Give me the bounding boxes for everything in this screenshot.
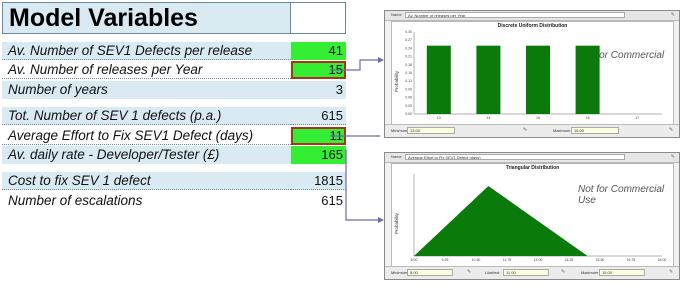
triangular-min-field[interactable]: 8.00 [407,269,453,276]
triangular-x-tick-label: 8.00 [411,258,418,262]
discrete-x-tick-label: 14 [486,116,490,120]
triangular-min-label: Minimum [391,270,408,275]
distribution-gallery-icon[interactable]: ✎ [671,12,675,18]
triangular-x-tick-label: 16.75 [627,258,636,262]
discrete-x-tick-label: 13 [437,116,441,120]
discrete-min-field[interactable]: 13.00 [407,127,455,134]
triangular-area [414,186,588,256]
discrete-y-tick-label: 0.00 [405,112,412,116]
triangular-x-tick-label: 10.50 [472,258,481,262]
triangular-x-tick-label: 13.00 [534,258,543,262]
discrete-bar-14 [476,45,501,114]
arrow-releases-to-discrete [330,59,378,71]
discrete-max-field[interactable]: 16.00 [571,127,619,134]
discrete-plot-area: Discrete Uniform Distribution Not for Co… [391,21,674,126]
triangular-plot-area: Triangular Distribution Not for Commerci… [391,163,674,268]
triangular-x-tick-label: 18.00 [658,258,667,262]
discrete-bar-chart: 0.30 0.27 0.24 0.21 0.18 0.15 0.12 0.09 0.06 0.03… [405,30,662,120]
discrete-x-tick-label: 15 [536,116,540,120]
triangular-likeliest-link-icon[interactable]: ✎ [561,269,565,275]
discrete-y-tick-label: 0.24 [405,46,412,50]
triangular-likeliest-field[interactable]: 11.00 [503,269,549,276]
triangular-x-tick-label: 14.25 [565,258,574,262]
discrete-x-tick-label: 17 [635,116,639,120]
triangular-max-field[interactable]: 15.00 [599,269,645,276]
discrete-name-label: Name [391,12,402,17]
triangular-distribution-window[interactable]: Name Average Effort to Fix SEV1 Defect (… [384,152,680,280]
discrete-y-tick-label: 0.06 [405,96,412,100]
discrete-min-link-icon[interactable]: ✎ [523,127,527,133]
discrete-min-label: Minimum [391,128,408,133]
discrete-max-link-icon[interactable]: ✎ [669,127,673,133]
discrete-name-field[interactable]: Av. Number of releases per Year [405,12,625,18]
discrete-y-tick-label: 0.21 [405,55,412,59]
triangular-max-label: Maximum [581,270,599,275]
discrete-bar-13 [426,45,451,114]
discrete-footer: Minimum 13.00 ✎ Maximum 16.00 ✎ [385,124,679,137]
triangular-area-chart: 8.00 9.25 10.50 11.75 13.00 14.25 15.50 16.75 18… [411,174,667,262]
triangular-toolbar: Name Average Effort to Fix SEV1 Defect (… [385,153,679,163]
triangular-x-tick-label: 15.50 [596,258,605,262]
triangular-name-label: Name [391,154,402,159]
triangular-max-link-icon[interactable]: ✎ [669,269,673,275]
discrete-y-tick-label: 0.15 [405,71,412,75]
distribution-gallery-icon[interactable]: ✎ [671,154,675,160]
discrete-bar-15 [526,45,550,114]
discrete-bar-16 [575,45,600,114]
triangular-min-link-icon[interactable]: ✎ [467,269,471,275]
discrete-y-tick-label: 0.30 [405,30,412,34]
discrete-distribution-window[interactable]: Name Av. Number of releases per Year ✎ D… [384,10,680,138]
discrete-max-label: Maximum [553,128,571,133]
discrete-y-tick-label: 0.09 [405,87,412,91]
discrete-y-tick-label: 0.27 [405,38,412,42]
discrete-y-tick-label: 0.18 [405,63,412,67]
triangular-likeliest-label: Likeliest [485,270,500,275]
triangular-footer: Minimum 8.00 ✎ Likeliest 11.00 ✎ Maximum… [385,266,679,279]
triangular-x-tick-label: 9.25 [442,258,449,262]
discrete-y-tick-label: 0.12 [405,79,412,83]
discrete-toolbar: Name Av. Number of releases per Year ✎ [385,11,679,21]
triangular-x-tick-label: 11.75 [503,258,512,262]
arrow-line-triangular-down [345,150,378,221]
triangular-name-field[interactable]: Average Effort to Fix SEV1 Defect (days) [405,154,625,160]
discrete-x-tick-label: 16 [586,116,590,120]
discrete-y-tick-label: 0.03 [405,104,412,108]
